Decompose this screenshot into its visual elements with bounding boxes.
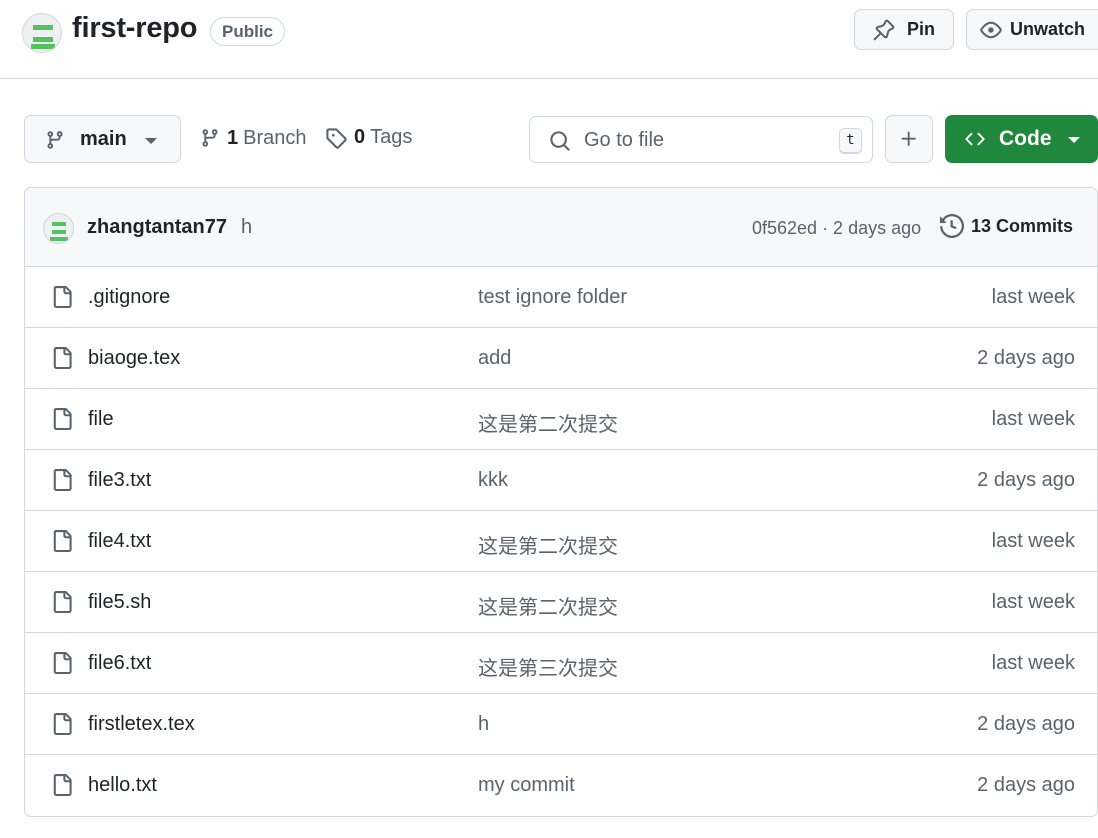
file-name-link[interactable]: hello.txt bbox=[88, 774, 157, 797]
file-commit-date: 2 days ago bbox=[977, 774, 1075, 796]
file-icon bbox=[53, 652, 72, 674]
file-commit-message-link[interactable]: add bbox=[478, 347, 511, 370]
file-icon bbox=[53, 286, 72, 308]
file-icon bbox=[53, 774, 72, 796]
search-icon bbox=[550, 131, 570, 151]
file-name-link[interactable]: file5.sh bbox=[88, 591, 151, 614]
avatar[interactable] bbox=[43, 213, 74, 244]
commit-message-link[interactable]: h bbox=[241, 216, 252, 239]
chevron-down-icon bbox=[1068, 137, 1080, 143]
file-commit-message-link[interactable]: test ignore folder bbox=[478, 286, 627, 309]
commit-hash-and-time[interactable]: 0f562ed · 2 days ago bbox=[752, 218, 921, 239]
code-label: Code bbox=[999, 127, 1052, 150]
tag-icon bbox=[326, 127, 347, 149]
code-button[interactable]: Code bbox=[945, 115, 1098, 163]
pin-icon bbox=[873, 19, 895, 40]
file-commit-date: last week bbox=[991, 652, 1075, 674]
file-row[interactable]: .gitignore test ignore folder last week bbox=[25, 267, 1097, 328]
file-commit-date: last week bbox=[991, 408, 1075, 430]
plus-icon bbox=[901, 131, 916, 146]
file-name-link[interactable]: file4.txt bbox=[88, 530, 151, 553]
repo-header: first-repo Public Pin Unwatch bbox=[0, 0, 1098, 79]
search-shortcut-key: t bbox=[839, 128, 862, 154]
git-branch-icon bbox=[47, 131, 63, 149]
tag-count: 0 bbox=[354, 126, 366, 148]
commits-count-label: 13 Commits bbox=[971, 215, 1074, 236]
unwatch-label: Unwatch bbox=[1010, 19, 1086, 39]
file-name-link[interactable]: biaoge.tex bbox=[88, 347, 180, 370]
file-name-link[interactable]: file6.txt bbox=[88, 652, 151, 675]
repo-owner-avatar[interactable] bbox=[22, 13, 62, 53]
repo-name[interactable]: first-repo bbox=[72, 12, 197, 45]
file-row[interactable]: firstletex.tex h 2 days ago bbox=[25, 694, 1097, 755]
tag-label: Tags bbox=[370, 126, 413, 148]
file-icon bbox=[53, 408, 72, 430]
file-commit-message-link[interactable]: 这是第三次提交 bbox=[478, 652, 618, 681]
branches-link[interactable]: 1 Branch bbox=[200, 126, 307, 150]
go-to-file-search[interactable] bbox=[529, 116, 873, 163]
file-icon bbox=[53, 530, 72, 552]
file-commit-date: last week bbox=[991, 530, 1075, 552]
file-commit-date: last week bbox=[991, 286, 1075, 308]
file-commit-message-link[interactable]: 这是第二次提交 bbox=[478, 530, 618, 559]
file-name-link[interactable]: firstletex.tex bbox=[88, 713, 195, 736]
file-name-link[interactable]: file3.txt bbox=[88, 469, 151, 492]
file-row[interactable]: file 这是第二次提交 last week bbox=[25, 389, 1097, 450]
file-name-link[interactable]: .gitignore bbox=[88, 286, 170, 309]
file-icon bbox=[53, 591, 72, 613]
file-commit-date: 2 days ago bbox=[977, 347, 1075, 369]
file-row[interactable]: file6.txt 这是第三次提交 last week bbox=[25, 633, 1097, 694]
pin-label: Pin bbox=[907, 19, 936, 39]
branch-name: main bbox=[80, 128, 127, 150]
pin-button[interactable]: Pin bbox=[854, 9, 954, 50]
add-file-button[interactable] bbox=[885, 115, 933, 163]
file-name-link[interactable]: file bbox=[88, 408, 114, 431]
history-icon bbox=[940, 214, 964, 238]
file-commit-message-link[interactable]: 这是第二次提交 bbox=[478, 408, 618, 437]
tags-link[interactable]: 0 Tags bbox=[325, 126, 412, 149]
branch-label: Branch bbox=[243, 126, 307, 149]
file-icon bbox=[53, 469, 72, 491]
latest-commit-bar: zhangtantan77 h 0f562ed · 2 days ago 13 … bbox=[25, 188, 1097, 267]
git-branch-icon bbox=[202, 129, 218, 147]
file-commit-message-link[interactable]: h bbox=[478, 713, 489, 736]
file-icon bbox=[53, 713, 72, 735]
file-commit-message-link[interactable]: 这是第二次提交 bbox=[478, 591, 618, 620]
file-row[interactable]: file5.sh 这是第二次提交 last week bbox=[25, 572, 1097, 633]
file-row[interactable]: biaoge.tex add 2 days ago bbox=[25, 328, 1097, 389]
commits-history-link[interactable]: 13 Commits bbox=[940, 214, 1073, 238]
branch-selector-button[interactable]: main bbox=[24, 115, 181, 163]
commit-author-link[interactable]: zhangtantan77 bbox=[87, 216, 227, 239]
search-input[interactable] bbox=[584, 127, 834, 153]
eye-icon bbox=[980, 21, 1002, 38]
file-commit-date: 2 days ago bbox=[977, 713, 1075, 735]
code-icon bbox=[965, 132, 985, 146]
file-commit-date: last week bbox=[991, 591, 1075, 613]
file-row[interactable]: file4.txt 这是第二次提交 last week bbox=[25, 511, 1097, 572]
branch-count: 1 bbox=[227, 126, 239, 149]
file-icon bbox=[53, 347, 72, 369]
file-list-box: zhangtantan77 h 0f562ed · 2 days ago 13 … bbox=[24, 187, 1098, 817]
file-row[interactable]: file3.txt kkk 2 days ago bbox=[25, 450, 1097, 511]
file-row[interactable]: hello.txt my commit 2 days ago bbox=[25, 755, 1097, 816]
file-commit-message-link[interactable]: kkk bbox=[478, 469, 508, 492]
file-commit-message-link[interactable]: my commit bbox=[478, 774, 575, 797]
file-commit-date: 2 days ago bbox=[977, 469, 1075, 491]
chevron-down-icon bbox=[145, 138, 157, 144]
visibility-badge: Public bbox=[210, 17, 286, 46]
unwatch-button[interactable]: Unwatch bbox=[966, 9, 1098, 50]
